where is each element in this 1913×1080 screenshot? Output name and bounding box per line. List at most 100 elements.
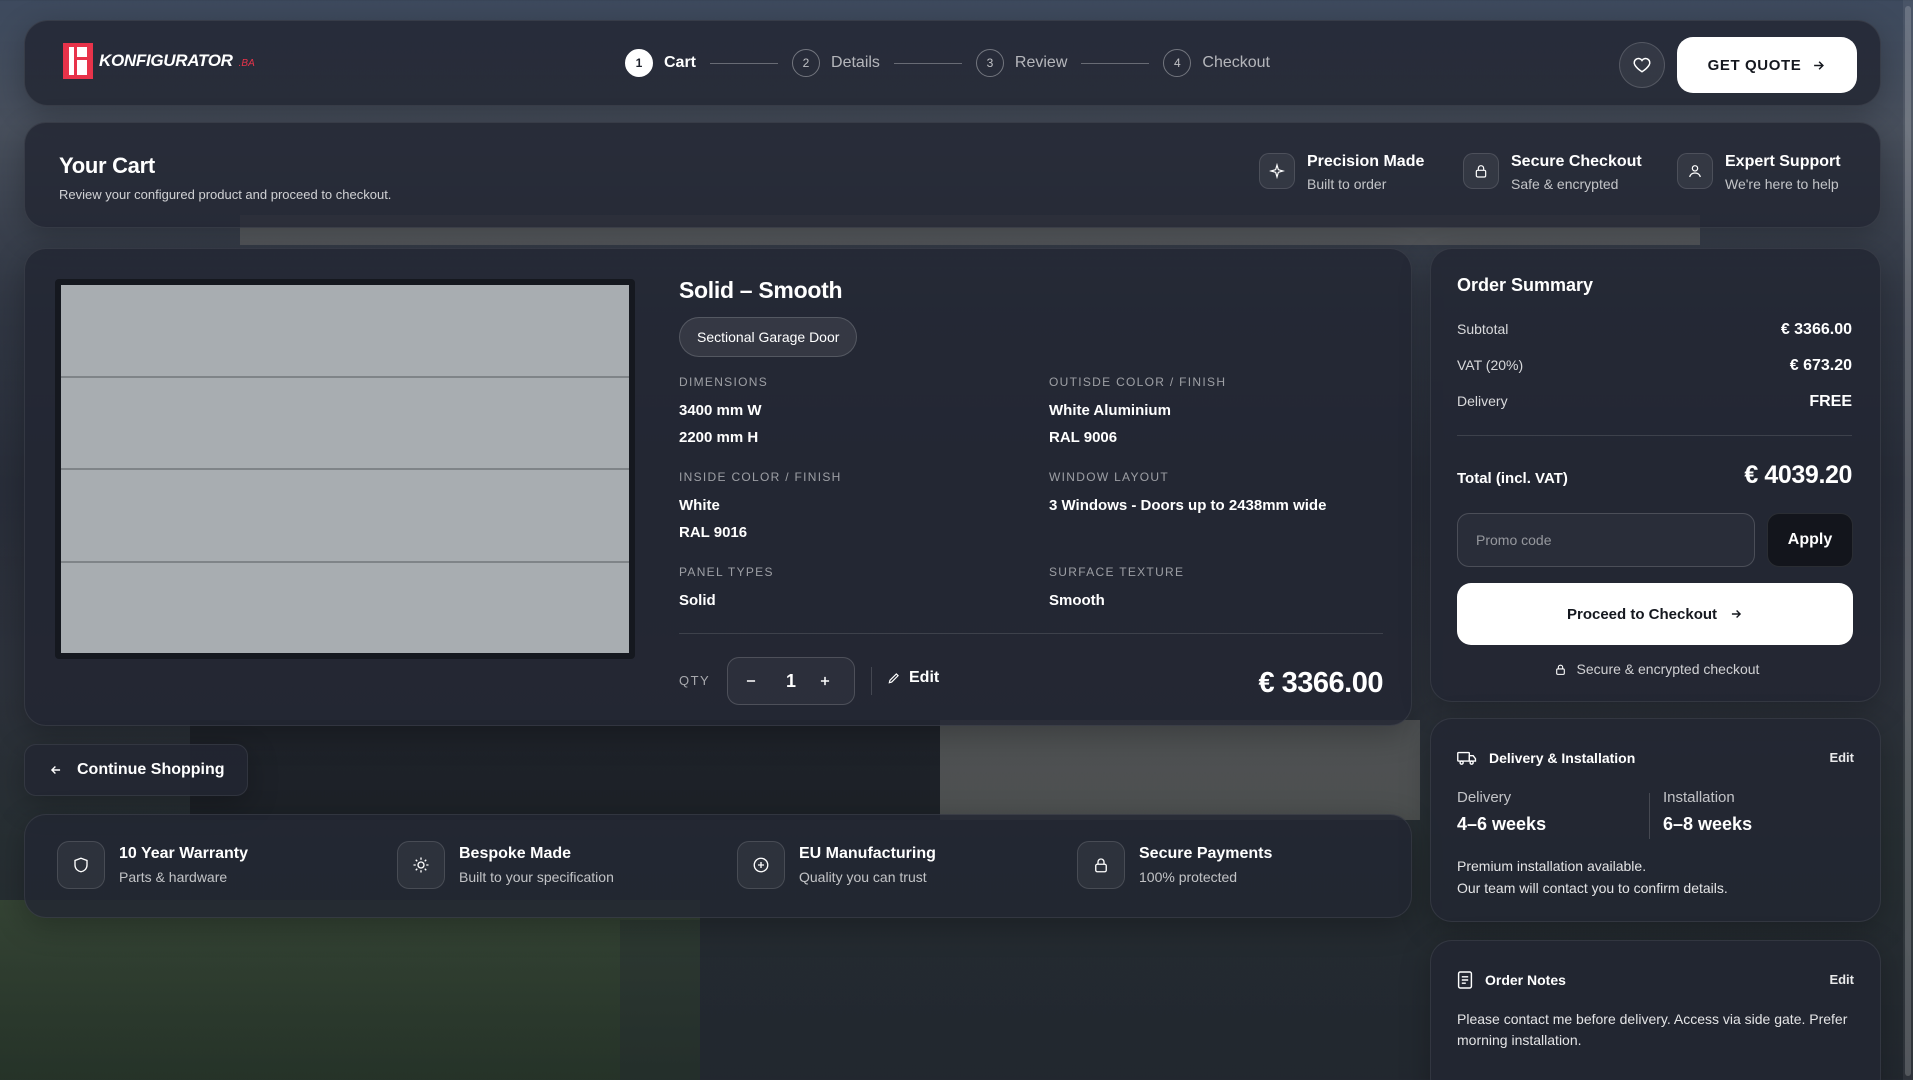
- lock-icon: [1555, 664, 1565, 675]
- spec-label: DIMENSIONS: [679, 375, 769, 389]
- continue-shopping-button[interactable]: Continue Shopping: [24, 744, 248, 796]
- door-panel: [61, 563, 629, 654]
- spec-value-line: RAL 9006: [1049, 429, 1118, 446]
- top-navbar: KONFIGURATOR .BA 1 Cart 2 Details 3 Revi…: [24, 20, 1881, 106]
- feature-secure: Secure Checkout Safe & encrypted: [1463, 153, 1642, 192]
- order-summary-title: Order Summary: [1457, 275, 1594, 295]
- edit-notes-button[interactable]: Edit: [1829, 972, 1854, 987]
- wishlist-button[interactable]: [1619, 42, 1665, 88]
- card-header: Delivery & Installation: [1457, 749, 1635, 767]
- door-panel: [61, 470, 629, 563]
- secure-note-text: Secure & encrypted checkout: [1576, 661, 1760, 677]
- background-driveway: [620, 920, 1420, 1080]
- installation-note-line: Premium installation available.: [1457, 858, 1647, 874]
- spec-dimensions: DIMENSIONS 3400 mm W 2200 mm H: [679, 375, 768, 451]
- page-title: Your Cart: [59, 153, 155, 178]
- logo-mark-icon: [63, 43, 93, 79]
- background-house-shadow: [190, 720, 940, 820]
- step-label: Cart: [664, 54, 697, 71]
- spec-label: OUTISDE COLOR / FINISH: [1049, 375, 1227, 389]
- card-title: Delivery & Installation: [1489, 750, 1636, 766]
- step-details[interactable]: 2 Details: [792, 49, 880, 77]
- decrease-quantity-button[interactable]: [744, 674, 764, 688]
- edit-label: Edit: [909, 669, 940, 686]
- arrow-right-icon: [1731, 610, 1742, 618]
- brand-suffix: .BA: [238, 57, 255, 69]
- plus-circle-icon: [737, 841, 785, 889]
- item-price: € 3366.00: [1258, 667, 1383, 699]
- step-connector: [893, 62, 962, 64]
- delivery-time-label: Delivery: [1457, 789, 1512, 806]
- installation-time-value: 6–8 weeks: [1663, 814, 1753, 834]
- spec-value: White Aluminium RAL 9006: [1049, 397, 1226, 451]
- guarantee-title: 10 Year Warranty: [119, 845, 248, 862]
- delivery-label: Delivery: [1457, 393, 1508, 409]
- vat-label: VAT (20%): [1457, 357, 1524, 373]
- page-scrollbar[interactable]: [1903, 0, 1913, 1080]
- apply-promo-button[interactable]: Apply: [1767, 513, 1853, 567]
- spec-value-line: 3400 mm W: [679, 402, 762, 419]
- increase-quantity-button[interactable]: [818, 674, 838, 688]
- promo-code-input[interactable]: [1457, 513, 1755, 567]
- spec-value: Smooth: [1049, 592, 1105, 609]
- step-number: 3: [975, 49, 1004, 77]
- spec-label: SURFACE TEXTURE: [1049, 565, 1185, 579]
- proceed-to-checkout-button[interactable]: Proceed to Checkout: [1457, 583, 1853, 645]
- garage-door-illustration: [61, 285, 629, 653]
- installation-time-label: Installation: [1663, 789, 1735, 806]
- quantity-value[interactable]: 1: [786, 671, 796, 692]
- divider: [679, 633, 1383, 634]
- edit-delivery-button[interactable]: Edit: [1829, 750, 1854, 765]
- step-cart[interactable]: 1 Cart: [625, 49, 696, 77]
- brand-logo[interactable]: KONFIGURATOR .BA: [63, 43, 255, 79]
- feature-precision: Precision Made Built to order: [1259, 153, 1424, 192]
- door-panel: [61, 378, 629, 470]
- background-grass: [0, 900, 700, 1080]
- delivery-value: FREE: [1809, 393, 1852, 410]
- user-icon: [1677, 153, 1713, 189]
- product-type-badge: Sectional Garage Door: [679, 317, 858, 357]
- get-quote-label: GET QUOTE: [1707, 56, 1802, 74]
- cart-item-card: Solid – Smooth Sectional Garage Door DIM…: [24, 248, 1412, 726]
- step-number: 1: [625, 49, 653, 77]
- badge-icon: [397, 841, 445, 889]
- spec-panel-type: PANEL TYPES Solid: [679, 565, 774, 614]
- step-label: Details: [831, 54, 880, 71]
- heart-icon: [1633, 57, 1651, 73]
- guarantee-secure-payments: Secure Payments 100% protected: [1077, 841, 1272, 889]
- spec-label: WINDOW LAYOUT: [1049, 470, 1170, 484]
- get-quote-button[interactable]: GET QUOTE: [1677, 37, 1857, 93]
- divider: [1457, 435, 1852, 436]
- truck-icon: [1457, 751, 1477, 765]
- door-panel: [61, 285, 629, 378]
- spec-value: 3 Windows - Doors up to 2438mm wide: [1049, 497, 1327, 514]
- document-icon: [1457, 971, 1473, 989]
- card-header: Order Notes: [1457, 971, 1566, 989]
- spec-label: PANEL TYPES: [679, 565, 774, 579]
- scrollbar-thumb[interactable]: [1905, 6, 1911, 1076]
- step-checkout[interactable]: 4 Checkout: [1163, 49, 1270, 77]
- guarantee-subtitle: Parts & hardware: [119, 869, 228, 885]
- spec-outside-color: OUTISDE COLOR / FINISH White Aluminium R…: [1049, 375, 1226, 451]
- step-connector: [710, 62, 779, 64]
- step-label: Review: [1014, 54, 1068, 71]
- lock-icon: [1077, 841, 1125, 889]
- product-preview-image: [55, 279, 635, 659]
- cart-title-panel: Your Cart Review your configured product…: [24, 122, 1881, 228]
- spec-window-layout: WINDOW LAYOUT 3 Windows - Doors up to 24…: [1049, 470, 1326, 519]
- card-title: Order Notes: [1485, 972, 1566, 988]
- pencil-icon: [888, 673, 899, 684]
- step-review[interactable]: 3 Review: [975, 49, 1068, 77]
- lock-icon: [1463, 153, 1499, 189]
- step-number: 2: [792, 49, 821, 77]
- guarantee-subtitle: Built to your specification: [459, 869, 614, 885]
- divider: [871, 667, 872, 695]
- edit-item-button[interactable]: Edit: [887, 669, 939, 687]
- sparkle-icon: [1259, 153, 1295, 189]
- total-label: Total (incl. VAT): [1457, 470, 1568, 487]
- product-name: Solid – Smooth: [679, 277, 843, 303]
- spec-value: Solid: [679, 592, 716, 609]
- divider: [1649, 793, 1650, 839]
- vat-row: VAT (20%) € 673.20: [1457, 357, 1852, 375]
- feature-title: Precision Made: [1307, 153, 1425, 170]
